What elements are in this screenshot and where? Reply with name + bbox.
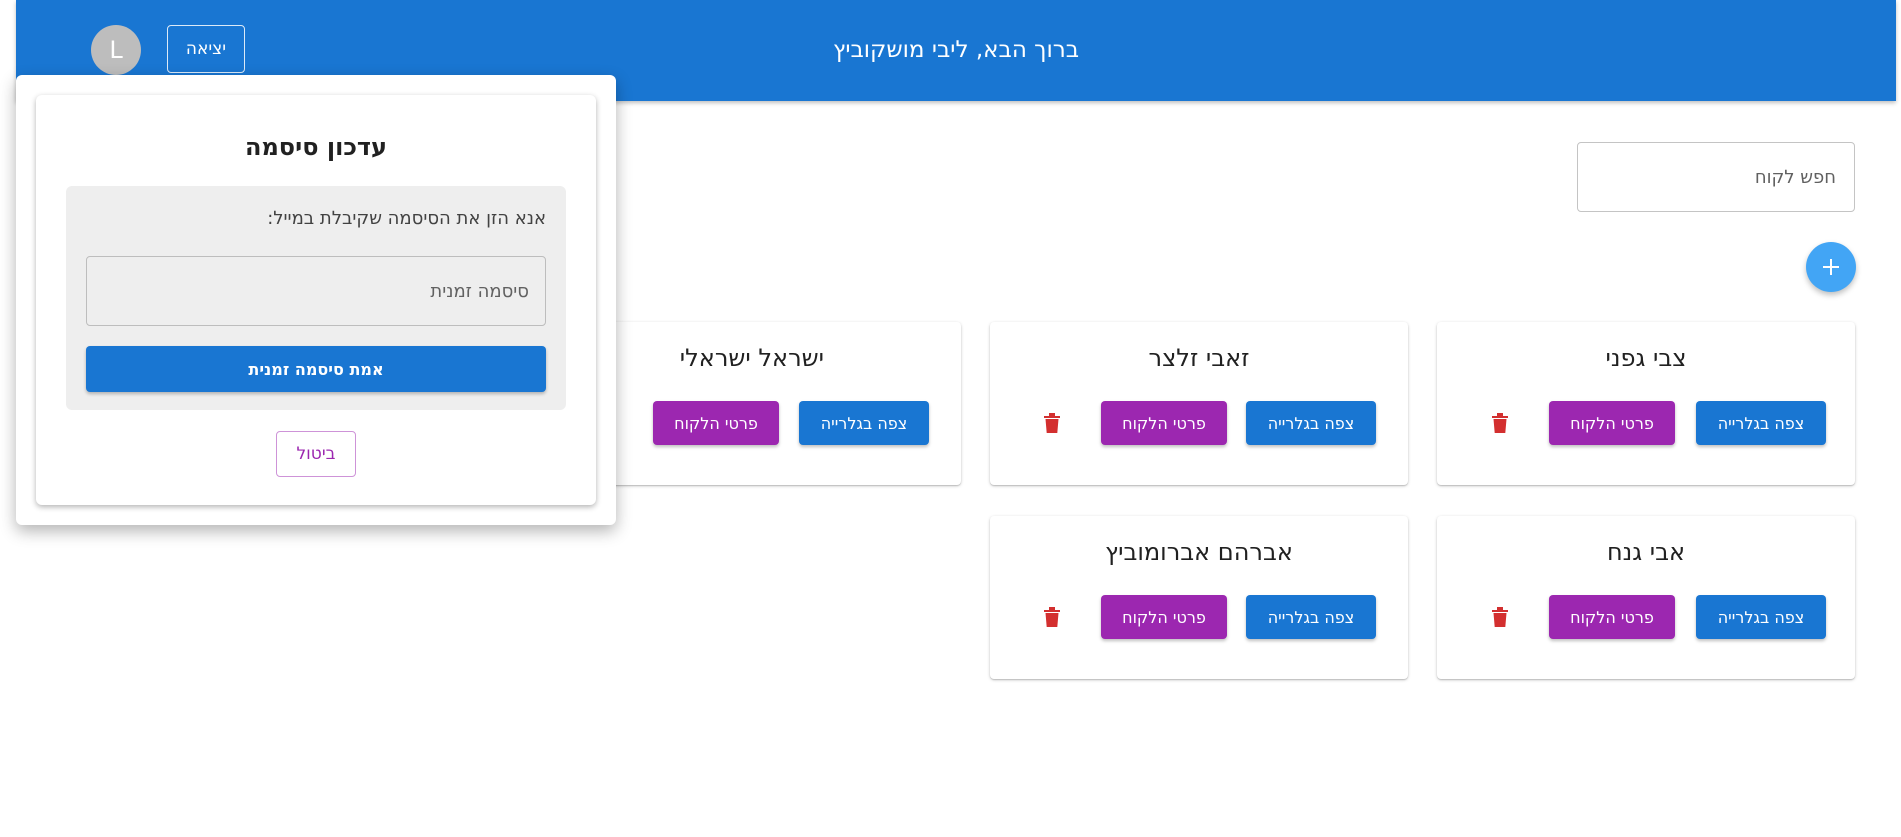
customer-card: אבי גנח צפה בגלרייה פרטי הלקוח xyxy=(1437,516,1855,679)
view-gallery-button[interactable]: צפה בגלרייה xyxy=(799,401,929,445)
verify-temp-password-button[interactable]: אמת סיסמה זמנית xyxy=(86,346,546,392)
delete-customer-button[interactable] xyxy=(1040,605,1064,629)
customer-name: ישראל ישראלי xyxy=(679,344,824,372)
trash-icon xyxy=(1044,413,1060,433)
customer-details-button[interactable]: פרטי הלקוח xyxy=(1549,595,1675,639)
customer-search-input[interactable] xyxy=(1577,142,1855,212)
dialog-title: עדכון סיסמה xyxy=(244,133,388,161)
plus-icon xyxy=(1823,259,1839,275)
password-form: אנא הזן את הסיסמה שקיבלת במייל: אמת סיסמ… xyxy=(66,186,566,410)
logout-button[interactable]: יציאה xyxy=(167,25,245,73)
view-gallery-button[interactable]: צפה בגלרייה xyxy=(1696,595,1826,639)
delete-customer-button[interactable] xyxy=(1488,605,1512,629)
add-customer-button[interactable] xyxy=(1806,242,1856,292)
delete-customer-button[interactable] xyxy=(1488,411,1512,435)
avatar[interactable]: L xyxy=(91,25,141,75)
cancel-button[interactable]: ביטול xyxy=(276,431,356,477)
customer-details-button[interactable]: פרטי הלקוח xyxy=(1101,401,1227,445)
password-update-popover: עדכון סיסמה אנא הזן את הסיסמה שקיבלת במי… xyxy=(16,75,616,525)
customer-card: צבי גפני צפה בגלרייה פרטי הלקוח xyxy=(1437,322,1855,485)
trash-icon xyxy=(1492,607,1508,627)
trash-icon xyxy=(1492,413,1508,433)
customer-card: אברהם אברומוביץ צפה בגלרייה פרטי הלקוח xyxy=(990,516,1408,679)
trash-icon xyxy=(1044,607,1060,627)
delete-customer-button[interactable] xyxy=(1040,411,1064,435)
customer-details-button[interactable]: פרטי הלקוח xyxy=(1101,595,1227,639)
customer-name: אברהם אברומוביץ xyxy=(1105,538,1293,566)
customer-name: צבי גפני xyxy=(1605,344,1687,372)
view-gallery-button[interactable]: צפה בגלרייה xyxy=(1246,401,1376,445)
password-update-dialog: עדכון סיסמה אנא הזן את הסיסמה שקיבלת במי… xyxy=(36,95,596,505)
customer-details-button[interactable]: פרטי הלקוח xyxy=(653,401,779,445)
view-gallery-button[interactable]: צפה בגלרייה xyxy=(1246,595,1376,639)
customer-name: אבי גנח xyxy=(1606,538,1686,566)
customer-card: זאבי זלצר צפה בגלרייה פרטי הלקוח xyxy=(990,322,1408,485)
temp-password-input[interactable] xyxy=(86,256,546,326)
customer-name: זאבי זלצר xyxy=(1148,344,1250,372)
customer-details-button[interactable]: פרטי הלקוח xyxy=(1549,401,1675,445)
dialog-instruction: אנא הזן את הסיסמה שקיבלת במייל: xyxy=(267,208,546,229)
view-gallery-button[interactable]: צפה בגלרייה xyxy=(1696,401,1826,445)
